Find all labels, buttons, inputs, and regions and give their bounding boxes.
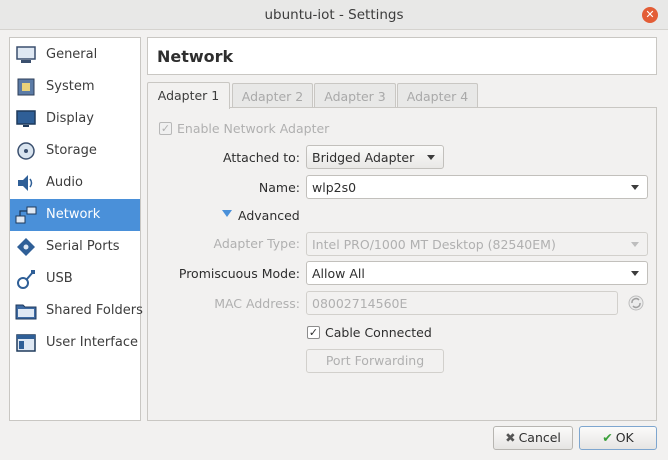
usb-icon bbox=[17, 270, 35, 289]
chevron-down-icon bbox=[631, 242, 639, 247]
section-header: Network bbox=[147, 37, 657, 75]
sidebar-item-label: Serial Ports bbox=[46, 239, 120, 254]
settings-sidebar: General System Display Storage Audio Net… bbox=[9, 37, 143, 421]
name-select[interactable]: wlp2s0 bbox=[306, 175, 648, 199]
sidebar-item-label: Network bbox=[46, 207, 101, 222]
sidebar-item-label: Shared Folders bbox=[46, 303, 143, 318]
folder-icon bbox=[15, 304, 37, 320]
expand-triangle-icon[interactable] bbox=[222, 209, 232, 218]
sidebar-item-label: User Interface bbox=[46, 335, 138, 350]
sidebar-item-label: Display bbox=[46, 111, 94, 126]
mac-address-field[interactable]: 08002714560E bbox=[306, 291, 618, 315]
sidebar-item-user-interface[interactable]: User Interface bbox=[10, 327, 140, 359]
disk-icon bbox=[17, 142, 35, 160]
sidebar-item-system[interactable]: System bbox=[10, 71, 140, 103]
sidebar-item-general[interactable]: General bbox=[10, 39, 140, 71]
tab-adapter-2[interactable]: Adapter 2 bbox=[232, 83, 313, 109]
sidebar-item-label: Audio bbox=[46, 175, 83, 190]
adapter-type-select[interactable]: Intel PRO/1000 MT Desktop (82540EM) bbox=[306, 232, 648, 256]
port-forwarding-button[interactable]: Port Forwarding bbox=[306, 349, 444, 373]
attached-to-label: Attached to: bbox=[223, 150, 300, 165]
chevron-down-icon bbox=[631, 185, 639, 190]
name-label: Name: bbox=[258, 180, 300, 195]
close-icon[interactable]: ✕ bbox=[642, 7, 658, 23]
promiscuous-mode-select[interactable]: Allow All bbox=[306, 261, 648, 285]
chip-icon bbox=[17, 78, 35, 96]
sidebar-item-label: General bbox=[46, 47, 98, 62]
monitor-icon bbox=[16, 110, 36, 127]
tab-adapter-3[interactable]: Adapter 3 bbox=[314, 83, 396, 109]
promiscuous-mode-value: Allow All bbox=[312, 266, 365, 281]
sidebar-item-storage[interactable]: Storage bbox=[10, 135, 140, 167]
page-title: Network bbox=[157, 47, 234, 66]
chevron-down-icon bbox=[631, 271, 639, 276]
promiscuous-mode-label: Promiscuous Mode: bbox=[178, 266, 300, 281]
window-title: ubuntu-iot - Settings bbox=[264, 7, 404, 23]
adapter-type-value: Intel PRO/1000 MT Desktop (82540EM) bbox=[312, 237, 556, 252]
cable-connected-checkbox[interactable]: ✓ bbox=[307, 326, 320, 339]
cable-connected-label: Cable Connected bbox=[325, 325, 432, 340]
mac-address-value: 08002714560E bbox=[312, 296, 408, 311]
attached-to-select[interactable]: Bridged Adapter bbox=[306, 145, 444, 169]
sidebar-item-network[interactable]: Network bbox=[10, 199, 140, 231]
chevron-down-icon bbox=[427, 155, 435, 160]
serial-port-icon bbox=[17, 238, 35, 256]
enable-adapter-label: Enable Network Adapter bbox=[177, 121, 330, 136]
sidebar-item-usb[interactable]: USB bbox=[10, 263, 140, 295]
mac-address-label: MAC Address: bbox=[214, 296, 300, 311]
speaker-icon bbox=[18, 175, 33, 191]
network-icon bbox=[15, 206, 37, 224]
refresh-mac-icon[interactable] bbox=[627, 294, 645, 312]
advanced-toggle[interactable]: Advanced bbox=[238, 208, 300, 223]
ok-button[interactable]: ✔ OK bbox=[579, 426, 657, 450]
ok-label: OK bbox=[615, 430, 634, 445]
name-value: wlp2s0 bbox=[312, 180, 357, 195]
tab-adapter-1[interactable]: Adapter 1 bbox=[147, 82, 230, 109]
sidebar-item-label: USB bbox=[46, 271, 73, 286]
attached-to-value: Bridged Adapter bbox=[312, 150, 415, 165]
general-icon bbox=[16, 46, 36, 63]
checkmark-icon: ✔ bbox=[602, 430, 613, 445]
title-bar: ubuntu-iot - Settings ✕ bbox=[0, 0, 668, 30]
sidebar-item-serial-ports[interactable]: Serial Ports bbox=[10, 231, 140, 263]
sidebar-item-shared-folders[interactable]: Shared Folders bbox=[10, 295, 143, 327]
cancel-label: Cancel bbox=[518, 430, 561, 445]
adapter-type-label: Adapter Type: bbox=[213, 236, 301, 251]
window-icon bbox=[16, 334, 36, 352]
cancel-button[interactable]: ✖ Cancel bbox=[493, 426, 573, 450]
sidebar-item-label: System bbox=[46, 79, 95, 94]
sidebar-item-label: Storage bbox=[46, 143, 97, 158]
sidebar-item-audio[interactable]: Audio bbox=[10, 167, 140, 199]
sidebar-item-display[interactable]: Display bbox=[10, 103, 140, 135]
tab-adapter-4[interactable]: Adapter 4 bbox=[397, 83, 478, 109]
cancel-icon: ✖ bbox=[505, 430, 516, 445]
enable-adapter-checkbox[interactable]: ✓ bbox=[159, 122, 172, 135]
